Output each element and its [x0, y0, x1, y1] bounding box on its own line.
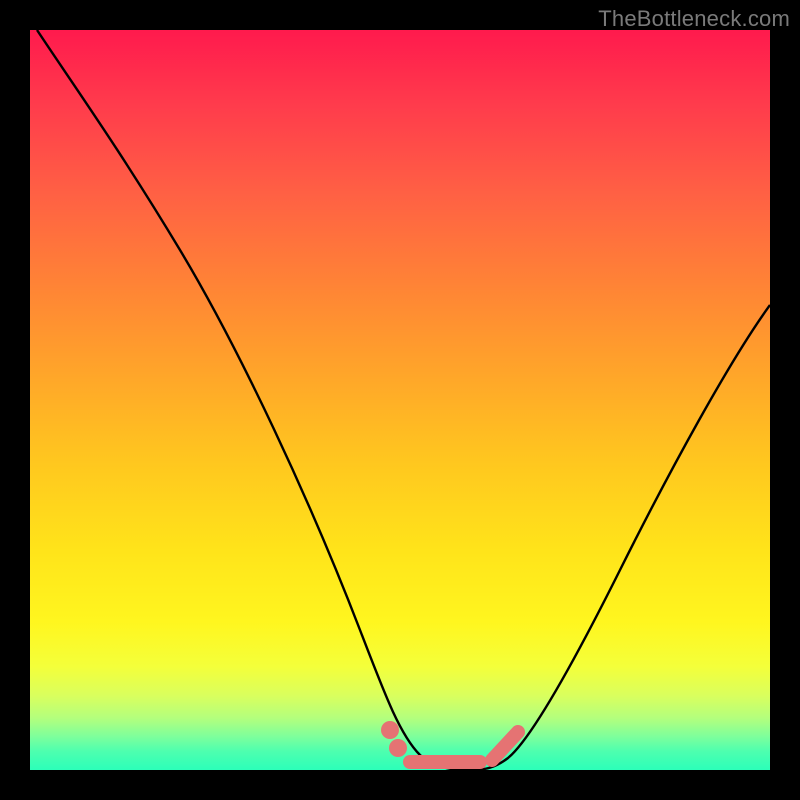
curve-layer	[30, 30, 770, 770]
trough-dot-left-upper2	[381, 721, 399, 739]
trough-rise-marker	[492, 732, 518, 760]
watermark-text: TheBottleneck.com	[598, 6, 790, 32]
chart-frame: TheBottleneck.com	[0, 0, 800, 800]
trough-dot-left-upper	[389, 739, 407, 757]
bottleneck-curve	[37, 30, 770, 770]
plot-area	[30, 30, 770, 770]
